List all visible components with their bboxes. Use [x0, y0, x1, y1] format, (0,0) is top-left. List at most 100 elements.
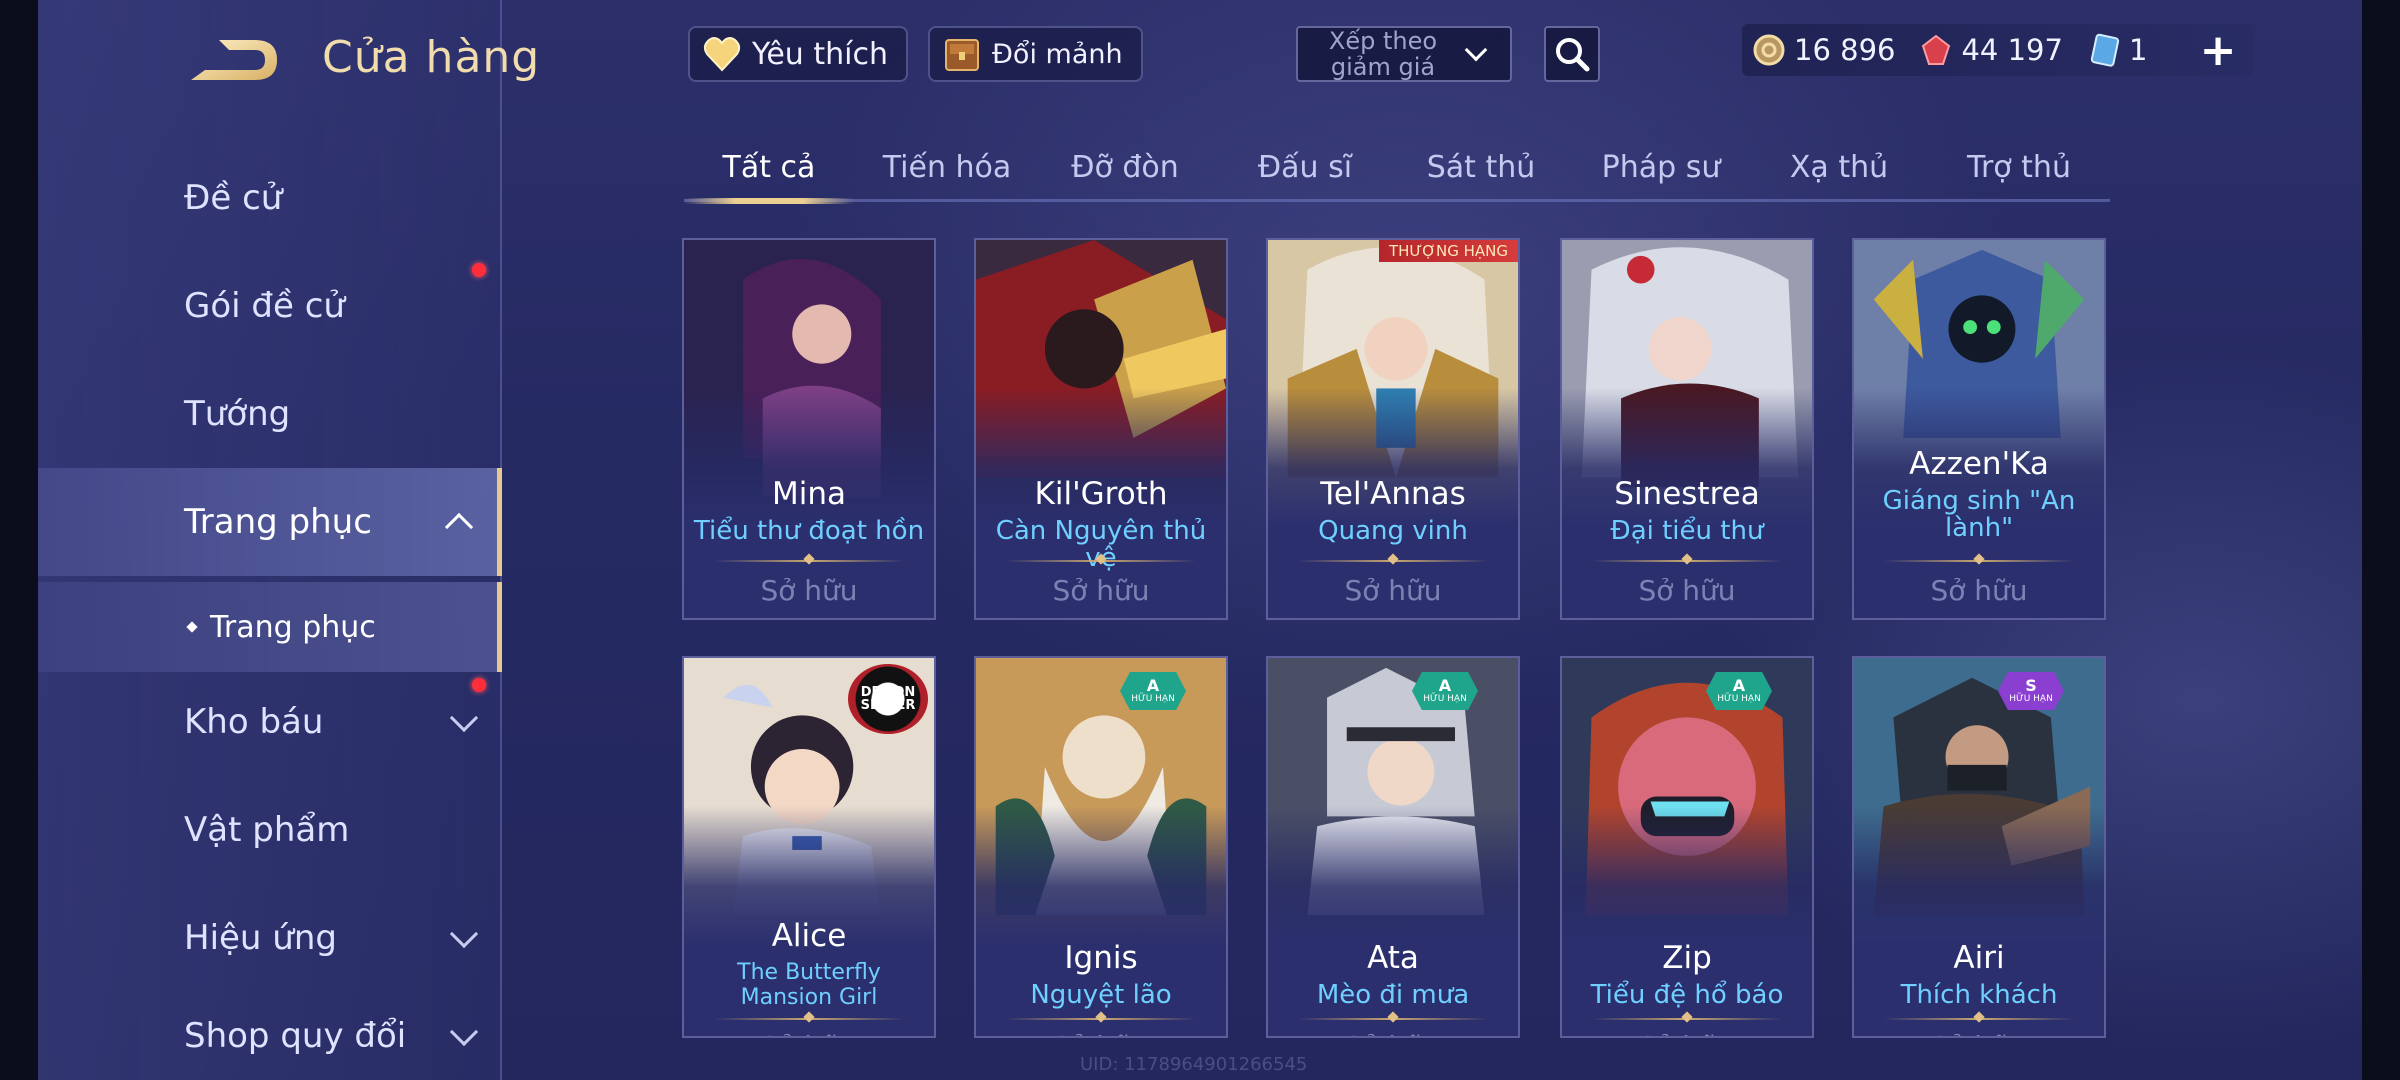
sort-label: Xếp theo giảm giá [1328, 27, 1438, 81]
sidebar-item-skins[interactable]: Trang phục [38, 468, 502, 576]
ruby-icon [1922, 34, 1951, 65]
card-divider [1592, 1018, 1782, 1020]
skin-card[interactable]: AHỮU HẠN Ignis Nguyệt lão Sở hữu [974, 656, 1228, 1038]
gold-amount: 16 896 [1794, 33, 1896, 67]
back-button[interactable] [185, 30, 285, 90]
skin-name: The Butterfly Mansion Girl [737, 960, 881, 1010]
tab-evolution[interactable]: Tiến hóa [862, 150, 1032, 212]
hero-name: Tel'Annas [1320, 476, 1466, 512]
hero-name: Kil'Groth [1034, 476, 1168, 512]
search-icon [1556, 38, 1590, 72]
sidebar-subitem-label: Trang phục [210, 609, 376, 645]
notification-dot [472, 263, 486, 277]
hero-name: Zip [1662, 940, 1712, 976]
tab-label: Đấu sĩ [1257, 150, 1353, 185]
skin-name: Mèo đi mưa [1316, 980, 1470, 1010]
tab-label: Đỡ đòn [1071, 150, 1179, 185]
sidebar-item-recommended-packs[interactable]: Gói đề cử [38, 252, 502, 360]
card-divider [714, 1018, 904, 1020]
skin-card[interactable]: AHỮU HẠN Ata Mèo đi mưa Sở hữu [1266, 656, 1520, 1038]
skin-card[interactable]: Kil'Groth Càn Nguyên thủ vệ Sở hữu [974, 238, 1228, 620]
favorite-label: Yêu thích [752, 36, 888, 72]
tab-assassin[interactable]: Sát thủ [1396, 150, 1566, 212]
chevron-up-icon [444, 512, 474, 542]
owned-label: Sở hữu [1344, 574, 1442, 607]
skin-card[interactable]: AHỮU HẠN Zip Tiểu đệ hổ báo Sở hữu [1560, 656, 1814, 1038]
exchange-fragments-button[interactable]: Đổi mảnh [928, 26, 1143, 82]
skin-name: Nguyệt lão [1030, 980, 1172, 1010]
owned-label: Sở hữu [976, 1030, 1226, 1036]
owned-label: Sở hữu [1562, 1030, 1812, 1036]
sidebar-item-recommended[interactable]: Đề cử [38, 144, 502, 252]
skin-card[interactable]: DEMON SLAYER Alice The Butterfly Mansion… [682, 656, 936, 1038]
heart-icon [703, 37, 741, 72]
sidebar-subitem-skins[interactable]: Trang phục [38, 582, 502, 672]
sidebar-item-label: Shop quy đổi [184, 1016, 407, 1056]
skin-name: Tiểu đệ hổ báo [1590, 980, 1784, 1010]
hero-name: Ignis [1064, 940, 1138, 976]
sidebar-item-label: Đề cử [184, 178, 283, 218]
sidebar-item-label: Kho báu [184, 702, 324, 742]
tab-tank[interactable]: Đỡ đòn [1040, 150, 1210, 212]
sidebar-item-treasure[interactable]: Kho báu [38, 668, 502, 776]
tab-marksman[interactable]: Xạ thủ [1754, 150, 1924, 212]
owned-label: Sở hữu [760, 574, 858, 607]
owned-label: Sở hữu [1930, 574, 2028, 607]
favorite-button[interactable]: Yêu thích [688, 26, 908, 82]
uid-watermark: UID: 1178964901266545 [1080, 1054, 1308, 1075]
hero-name: Airi [1953, 940, 2005, 976]
search-button[interactable] [1544, 26, 1600, 82]
back-arrow-icon [191, 40, 277, 80]
hero-name: Mina [771, 476, 846, 512]
hero-name: Azzen'Ka [1909, 446, 2049, 482]
bullet-icon [186, 621, 198, 633]
sidebar-item-heroes[interactable]: Tướng [38, 360, 502, 468]
sidebar-item-label: Vật phẩm [184, 810, 350, 850]
page-title: Cửa hàng [322, 32, 541, 83]
hero-name: Sinestrea [1614, 476, 1760, 512]
skin-name: Đại tiểu thư [1610, 516, 1764, 546]
currency-bar: 16 896 44 197 1 [1742, 24, 2254, 76]
sidebar-item-items[interactable]: Vật phẩm [38, 776, 502, 884]
demon-slayer-logo: DEMON SLAYER [848, 664, 928, 734]
card-divider [1884, 560, 2074, 562]
active-tab-indicator [684, 198, 854, 204]
ruby-currency: 44 197 [1919, 33, 2063, 67]
chevron-down-icon [1464, 38, 1488, 62]
chevron-down-icon [449, 1017, 479, 1047]
skin-name: Giáng sinh "An lành" [1882, 486, 2076, 543]
card-divider [1298, 560, 1488, 562]
tab-label: Tất cả [722, 150, 816, 185]
tab-fighter[interactable]: Đấu sĩ [1220, 150, 1390, 212]
card-divider [1006, 560, 1196, 562]
exchange-label: Đổi mảnh [992, 38, 1123, 70]
sidebar-item-label: Tướng [184, 394, 291, 434]
tab-label: Trợ thủ [1967, 150, 2071, 185]
skin-card[interactable]: THƯỢNG HẠNG Tel'Annas Quang vinh Sở hữu [1266, 238, 1520, 620]
tab-support[interactable]: Trợ thủ [1934, 150, 2104, 212]
sidebar-item-exchange-shop[interactable]: Shop quy đổi [38, 992, 502, 1080]
tier-badge: A HỮU HẠN [1120, 672, 1186, 710]
tab-label: Sát thủ [1426, 150, 1536, 185]
sidebar-item-label: Gói đề cử [184, 286, 345, 326]
tab-mage[interactable]: Pháp sư [1576, 150, 1746, 212]
tier-badge: A HỮU HẠN [1706, 672, 1772, 710]
sort-dropdown[interactable]: Xếp theo giảm giá [1296, 26, 1512, 82]
chevron-down-icon [449, 703, 479, 733]
plus-icon: + [2199, 24, 2237, 76]
owned-label: Sở hữu [1854, 1030, 2104, 1036]
skin-card[interactable]: Sinestrea Đại tiểu thư Sở hữu [1560, 238, 1814, 620]
skin-name: Quang vinh [1318, 516, 1468, 546]
gold-currency: 16 896 [1752, 33, 1895, 67]
sidebar-item-effects[interactable]: Hiệu ứng [38, 884, 502, 992]
hero-name: Ata [1367, 940, 1419, 976]
voucher-amount: 1 [2128, 33, 2148, 67]
add-currency-button[interactable]: + [2196, 25, 2240, 76]
owned-label: Sở hữu [1052, 574, 1150, 607]
skin-card[interactable]: Mina Tiểu thư đoạt hồn Sở hữu [682, 238, 936, 620]
skin-card[interactable]: SHỮU HẠN Airi Thích khách Sở hữu [1852, 656, 2106, 1038]
voucher-card-icon [2090, 33, 2120, 67]
chest-icon [945, 39, 979, 71]
owned-label: Sở hữu [1268, 1030, 1518, 1036]
skin-card[interactable]: Azzen'Ka Giáng sinh "An lành" Sở hữu [1852, 238, 2106, 620]
